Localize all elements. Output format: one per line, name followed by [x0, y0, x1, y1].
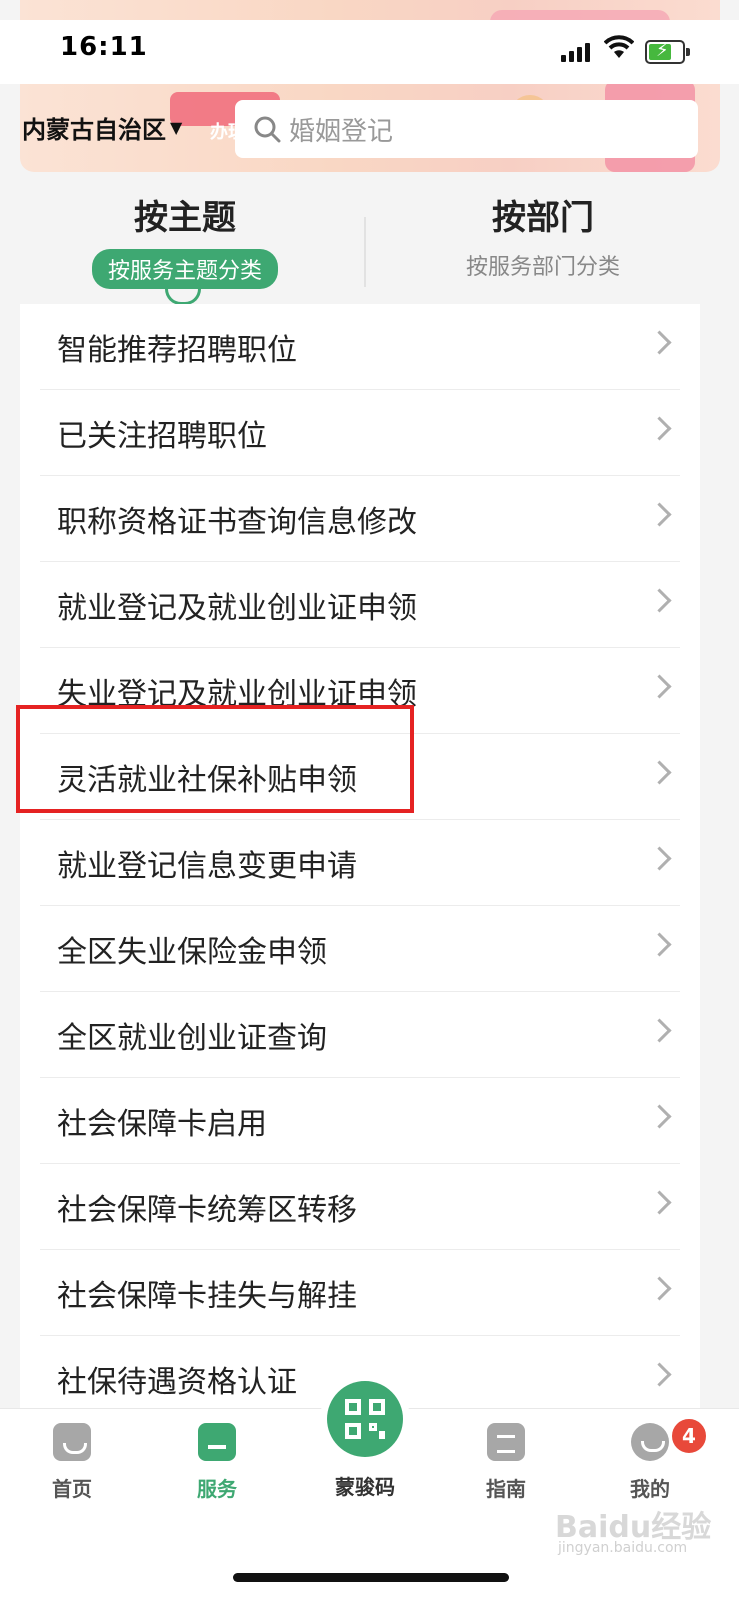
home-icon — [53, 1423, 91, 1461]
list-item[interactable]: 智能推荐招聘职位 — [40, 304, 680, 390]
chevron-right-icon — [647, 330, 672, 355]
list-item[interactable]: 职称资格证书查询信息修改 — [40, 476, 680, 562]
list-item-label: 职称资格证书查询信息修改 — [57, 504, 417, 540]
nav-home[interactable]: 首页 — [22, 1423, 122, 1502]
list-item[interactable]: 已关注招聘职位 — [40, 390, 680, 476]
list-item-label: 已关注招聘职位 — [57, 418, 267, 454]
tab-subtitle: 按服务主题分类 — [91, 249, 278, 289]
list-item-label: 就业登记及就业创业证申领 — [57, 590, 417, 626]
qr-code-icon — [327, 1381, 403, 1457]
tab-by-department[interactable]: 按部门 按服务部门分类 — [358, 190, 728, 281]
list-item[interactable]: 就业登记及就业创业证申领 — [40, 562, 680, 648]
chevron-right-icon — [647, 1362, 672, 1387]
tab-title: 按主题 — [134, 198, 236, 238]
nav-label: 服务 — [197, 1477, 237, 1501]
chevron-right-icon — [647, 1190, 672, 1215]
category-tabs: 按主题 按服务主题分类 按部门 按服务部门分类 — [0, 172, 739, 305]
chevron-right-icon — [647, 1276, 672, 1301]
list-item-label: 社会保障卡统筹区转移 — [57, 1192, 357, 1228]
list-item-label: 智能推荐招聘职位 — [57, 332, 297, 368]
service-list: 智能推荐招聘职位 已关注招聘职位 职称资格证书查询信息修改 就业登记及就业创业证… — [20, 304, 700, 1422]
nav-code[interactable] — [320, 1374, 410, 1464]
region-selector[interactable]: 内蒙古自治区 ▼ — [22, 110, 182, 145]
tab-title: 按部门 — [492, 198, 594, 238]
search-input[interactable]: 婚姻登记 — [235, 100, 698, 158]
chevron-right-icon — [647, 588, 672, 613]
region-label: 内蒙古自治区 — [22, 116, 166, 144]
list-item-label: 全区失业保险金申领 — [57, 934, 327, 970]
list-item[interactable]: 社会保障卡启用 — [40, 1078, 680, 1164]
list-item-label: 社会保障卡启用 — [57, 1106, 267, 1142]
search-icon — [254, 116, 281, 143]
list-item-label: 社保待遇资格认证 — [57, 1364, 297, 1400]
chevron-right-icon — [647, 416, 672, 441]
chevron-right-icon — [647, 674, 672, 699]
wifi-icon — [604, 35, 634, 58]
chevron-right-icon — [647, 846, 672, 871]
list-item-label: 社会保障卡挂失与解挂 — [57, 1278, 357, 1314]
watermark-url: jingyan.baidu.com — [558, 1540, 688, 1556]
highlight-box — [16, 705, 414, 813]
caret-down-icon: ▼ — [170, 118, 183, 137]
notification-badge: 4 — [670, 1417, 708, 1455]
nav-label: 首页 — [52, 1477, 92, 1501]
search-placeholder: 婚姻登记 — [289, 116, 394, 147]
chevron-right-icon — [647, 932, 672, 957]
bookmark-icon — [198, 1423, 236, 1461]
user-icon — [631, 1423, 669, 1461]
chevron-right-icon — [647, 502, 672, 527]
home-indicator[interactable] — [233, 1573, 509, 1582]
list-item[interactable]: 社会保障卡挂失与解挂 — [40, 1250, 680, 1336]
nav-guide[interactable]: 指南 — [456, 1423, 556, 1502]
nav-service[interactable]: 服务 — [167, 1423, 267, 1502]
list-item[interactable]: 全区失业保险金申领 — [40, 906, 680, 992]
status-bar: 16:11 ⚡ — [0, 20, 739, 84]
list-item-label: 全区就业创业证查询 — [57, 1020, 327, 1056]
nav-label: 我的 — [630, 1477, 670, 1501]
chevron-right-icon — [647, 1018, 672, 1043]
chevron-right-icon — [647, 1104, 672, 1129]
active-tab-indicator — [165, 288, 201, 305]
tab-by-theme[interactable]: 按主题 按服务主题分类 — [0, 190, 370, 305]
nav-label: 蒙骏码 — [335, 1475, 395, 1499]
nav-label: 指南 — [486, 1477, 526, 1501]
chevron-right-icon — [647, 760, 672, 785]
tab-subtitle: 按服务部门分类 — [465, 255, 620, 280]
battery-icon: ⚡ — [645, 40, 690, 64]
list-item[interactable]: 全区就业创业证查询 — [40, 992, 680, 1078]
cellular-signal-icon — [561, 42, 591, 62]
list-item[interactable]: 就业登记信息变更申请 — [40, 820, 680, 906]
list-item-label: 就业登记信息变更申请 — [57, 848, 357, 884]
list-item[interactable]: 社会保障卡统筹区转移 — [40, 1164, 680, 1250]
document-icon — [487, 1423, 525, 1461]
status-time: 16:11 — [60, 32, 148, 62]
